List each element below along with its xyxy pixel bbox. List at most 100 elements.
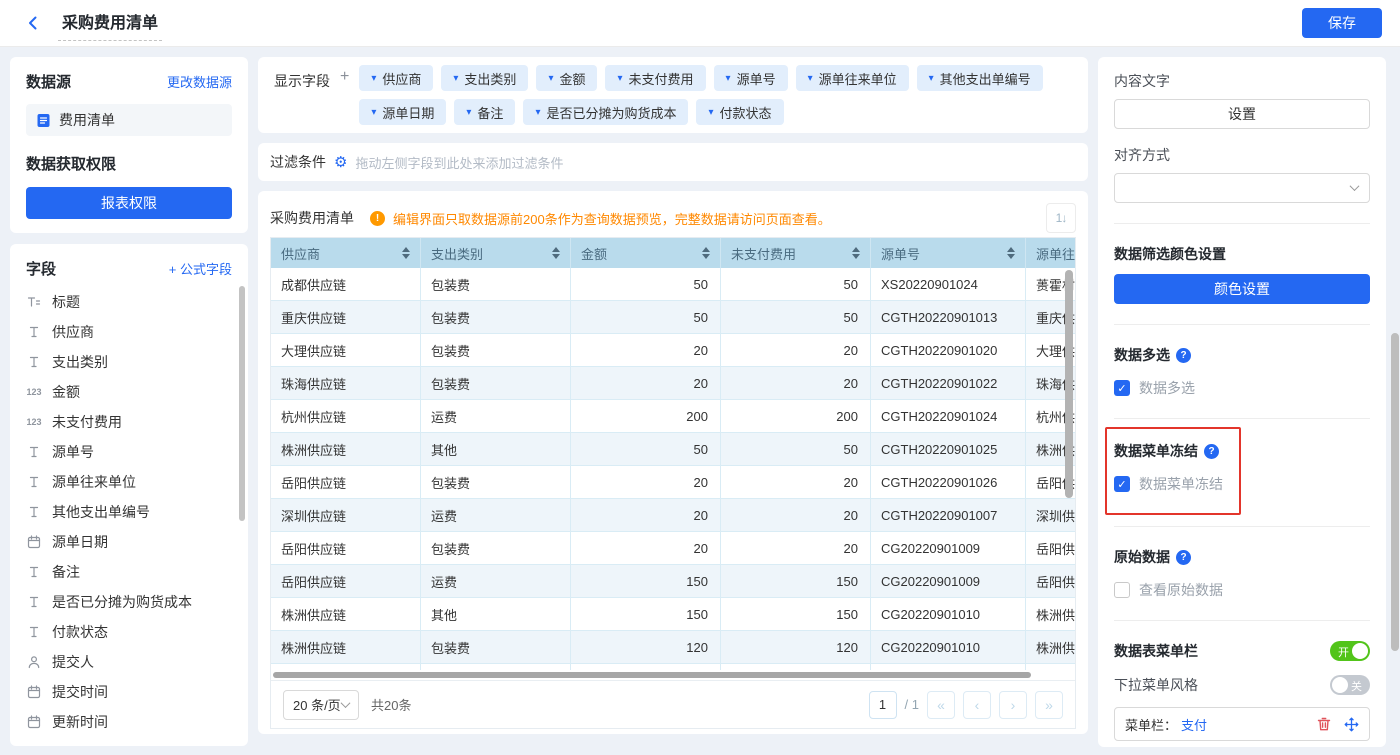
menu-bar-item[interactable]: 菜单栏： 支付 (1114, 707, 1370, 741)
chevron-down-icon: ▾ (466, 106, 472, 118)
dropdown-style-toggle[interactable]: 关 (1330, 675, 1370, 695)
display-field-chip[interactable]: ▾ 源单号 (713, 65, 788, 91)
display-field-chip[interactable]: ▾ 源单日期 (359, 99, 447, 125)
field-item[interactable]: 更新时间 (26, 707, 232, 737)
help-icon[interactable]: ? (1176, 347, 1191, 363)
fields-scrollbar-thumb[interactable] (239, 286, 245, 521)
document-icon (37, 113, 50, 127)
move-icon[interactable] (1344, 717, 1359, 732)
last-page-button[interactable]: » (1035, 690, 1063, 719)
table-cell: 50 (571, 268, 721, 300)
color-settings-button[interactable]: 颜色设置 (1114, 274, 1370, 304)
trash-icon[interactable] (1317, 717, 1331, 731)
field-item[interactable]: 供应商 (26, 317, 232, 347)
help-icon[interactable]: ? (1176, 549, 1191, 565)
column-header[interactable]: 金额 (571, 238, 721, 268)
chip-label: 付款状态 (719, 105, 772, 121)
table-cell: XS20220901024 (871, 268, 1026, 300)
table-cell: 50 (721, 301, 871, 333)
settings-panel: 内容文字 设置 对齐方式 数据筛选颜色设置 颜色设置 数据多选 ? ✓ 数据多选… (1098, 57, 1386, 747)
column-header-label: 供应商 (281, 246, 321, 262)
page-scrollbar-thumb[interactable] (1391, 333, 1399, 651)
multi-select-checkbox[interactable]: ✓ (1114, 380, 1130, 396)
first-page-button[interactable]: « (927, 690, 955, 719)
column-header[interactable]: 未支付费用 (721, 238, 871, 268)
table-cell: 株洲供应链 (271, 631, 421, 663)
field-item[interactable]: 源单日期 (26, 527, 232, 557)
display-field-chips: ▾ 供应商 ▾ 支出类别 ▾ 金额 ▾ 未支付费用 ▾ 源单号 ▾ 源单往来单位 ▾ 其他支出单编号 ▾ 源单… (359, 65, 1076, 125)
next-page-button[interactable]: › (999, 690, 1027, 719)
column-header-label: 未支付费用 (731, 246, 797, 262)
table-cell: 20 (721, 499, 871, 531)
field-item[interactable]: 源单往来单位 (26, 467, 232, 497)
page-title: 采购费用清单 (58, 6, 163, 41)
table-cell: 包装费 (421, 301, 571, 333)
text-field-icon (26, 355, 42, 369)
field-label: 源单号 (52, 444, 94, 460)
content-text-settings-button[interactable]: 设置 (1114, 99, 1370, 129)
table-menu-toggle[interactable]: 开 (1330, 641, 1370, 661)
display-field-chip[interactable]: ▾ 供应商 (359, 65, 434, 91)
display-field-chip[interactable]: ▾ 源单往来单位 (795, 65, 909, 91)
column-header[interactable]: 源单往来单位 (1026, 238, 1075, 268)
add-formula-field-link[interactable]: + 公式字段 (169, 259, 232, 278)
table-vertical-scrollbar[interactable] (1065, 270, 1073, 498)
current-page-box[interactable]: 1 (868, 690, 897, 719)
field-item[interactable]: 支出类别 (26, 347, 232, 377)
table-horizontal-scrollbar[interactable] (273, 672, 1031, 678)
column-header[interactable]: 支出类别 (421, 238, 571, 268)
chevron-down-icon: ▾ (371, 72, 377, 84)
sort-arrows-icon[interactable] (852, 247, 860, 259)
gear-icon[interactable]: ⚙ (334, 155, 347, 170)
menu-item-name[interactable]: 支付 (1181, 715, 1207, 734)
chevron-down-icon: ▾ (725, 72, 731, 84)
field-item[interactable]: 其他支出单编号 (26, 497, 232, 527)
menu-item-prefix: 菜单栏： (1125, 717, 1178, 733)
page-size-select[interactable]: 20 条/页 (283, 689, 359, 720)
sort-order-button[interactable]: 1↓ (1046, 203, 1076, 233)
table-horizontal-scroll-track (271, 670, 1075, 680)
display-field-chip[interactable]: ▾ 备注 (454, 99, 516, 125)
raw-data-checkbox[interactable] (1114, 582, 1130, 598)
display-field-chip[interactable]: ▾ 其他支出单编号 (916, 65, 1043, 91)
table-cell: 岳阳供应链 (1026, 532, 1075, 564)
chip-label: 金额 (559, 71, 586, 87)
field-item[interactable]: 源单号 (26, 437, 232, 467)
filter-bar[interactable]: 过滤条件 ⚙ 拖动左侧字段到此处来添加过滤条件 (258, 143, 1088, 181)
sort-arrows-icon[interactable] (702, 247, 710, 259)
chevron-down-icon: ▾ (371, 106, 377, 118)
field-item[interactable]: 提交人 (26, 647, 232, 677)
report-permission-button[interactable]: 报表权限 (26, 187, 232, 219)
field-item[interactable]: 提交时间 (26, 677, 232, 707)
column-header[interactable]: 源单号 (871, 238, 1026, 268)
field-item[interactable]: 123 金额 (26, 377, 232, 407)
fields-card: 字段 + 公式字段 标题 供应商 支出类别 123 金额 123 未支付费用 源单号 源单往来单… (10, 244, 248, 746)
help-icon[interactable]: ? (1204, 443, 1219, 459)
field-label: 提交时间 (52, 684, 108, 700)
column-header[interactable]: 供应商 (271, 238, 421, 268)
field-item[interactable]: 是否已分摊为购货成本 (26, 587, 232, 617)
sort-arrows-icon[interactable] (402, 247, 410, 259)
save-button[interactable]: 保存 (1302, 8, 1382, 38)
display-field-chip[interactable]: ▾ 未支付费用 (605, 65, 706, 91)
sort-arrows-icon[interactable] (1007, 247, 1015, 259)
field-item[interactable]: 付款状态 (26, 617, 232, 647)
prev-page-button[interactable]: ‹ (963, 690, 991, 719)
column-header-label: 源单往来单位 (1036, 246, 1075, 262)
display-field-chip[interactable]: ▾ 是否已分摊为购货成本 (523, 99, 689, 125)
table-card: 采购费用清单 ! 编辑界面只取数据源前200条作为查询数据预览，完整数据请访问页… (258, 191, 1088, 734)
change-datasource-link[interactable]: 更改数据源 (167, 72, 232, 91)
add-display-field-button[interactable]: + (340, 68, 349, 86)
chip-label: 未支付费用 (628, 71, 694, 87)
display-field-chip[interactable]: ▾ 金额 (536, 65, 598, 91)
align-select[interactable] (1114, 173, 1370, 203)
field-item[interactable]: 备注 (26, 557, 232, 587)
display-field-chip[interactable]: ▾ 支出类别 (441, 65, 529, 91)
datasource-item[interactable]: 费用清单 (26, 104, 232, 136)
display-field-chip[interactable]: ▾ 付款状态 (696, 99, 784, 125)
back-button[interactable] (24, 14, 42, 32)
menu-freeze-checkbox[interactable]: ✓ (1114, 476, 1130, 492)
field-item[interactable]: 标题 (26, 287, 232, 317)
field-item[interactable]: 123 未支付费用 (26, 407, 232, 437)
sort-arrows-icon[interactable] (552, 247, 560, 259)
